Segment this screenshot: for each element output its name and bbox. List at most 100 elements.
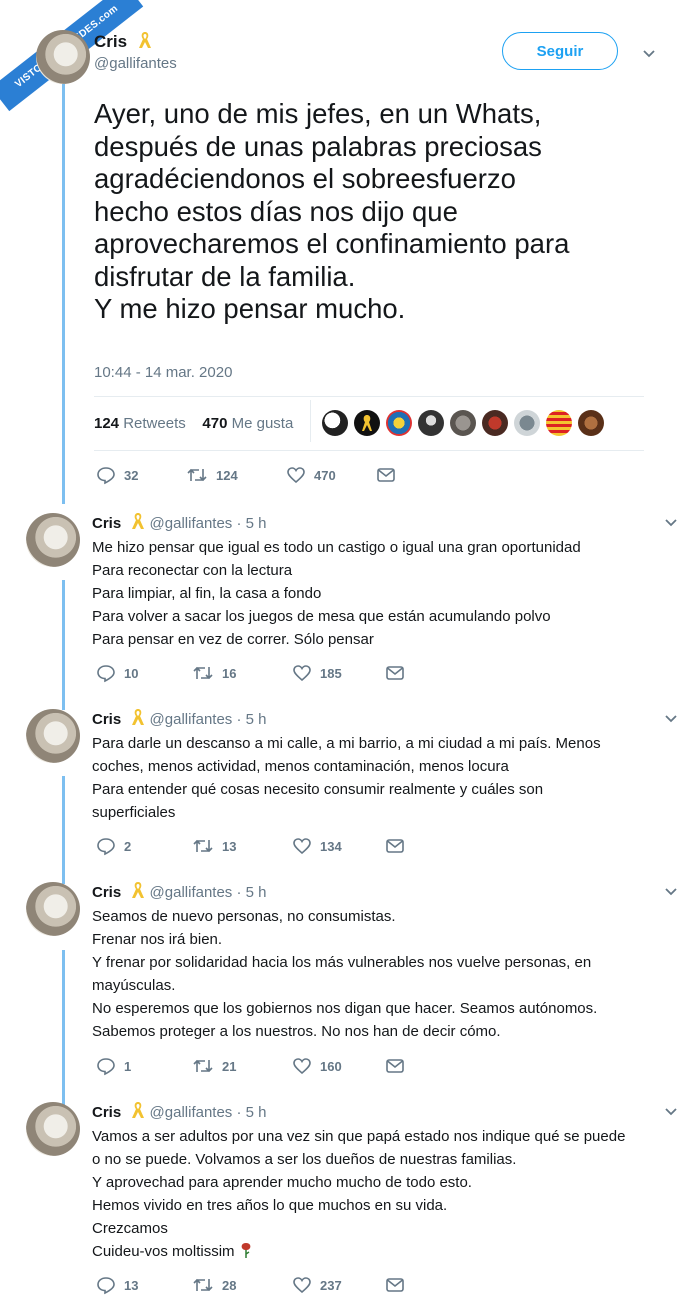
reply-header: Cris @gallifantes · 5 h bbox=[92, 1101, 672, 1121]
liker-avatar[interactable] bbox=[482, 410, 508, 436]
reply-button[interactable]: 1 bbox=[96, 1056, 192, 1076]
chevron-down-icon[interactable] bbox=[664, 516, 678, 530]
like-button[interactable]: 160 bbox=[292, 1056, 385, 1076]
dm-button[interactable] bbox=[385, 837, 405, 855]
reply-text-line: Sabemos proteger a los nuestros. No nos … bbox=[92, 1023, 501, 1040]
reply-text-line: Y frenar por solidaridad hacia los más v… bbox=[92, 954, 592, 971]
retweet-button[interactable]: 21 bbox=[192, 1056, 292, 1076]
reply-button[interactable]: 10 bbox=[96, 663, 192, 683]
reply-header: Cris @gallifantes · 5 h bbox=[92, 512, 672, 532]
author-name[interactable]: Cris bbox=[92, 1104, 121, 1121]
reply-icon bbox=[97, 1058, 115, 1076]
retweet-button[interactable]: 13 bbox=[192, 836, 292, 856]
retweet-icon bbox=[193, 839, 213, 853]
avatar[interactable] bbox=[26, 513, 80, 567]
yellow-ribbon-icon bbox=[362, 415, 372, 431]
tweet-timestamp[interactable]: 10:44 - 14 mar. 2020 bbox=[94, 364, 232, 381]
likes-label[interactable]: Me gusta bbox=[232, 415, 294, 432]
avatar[interactable] bbox=[26, 1102, 80, 1156]
avatar[interactable] bbox=[36, 30, 90, 84]
retweet-button[interactable]: 16 bbox=[192, 663, 292, 683]
reply-text-line: superficiales bbox=[92, 804, 176, 821]
reply-button[interactable]: 13 bbox=[96, 1275, 192, 1295]
author-handle[interactable]: @gallifantes bbox=[150, 1104, 233, 1121]
reply-button[interactable]: 32 bbox=[96, 465, 186, 485]
liker-avatar[interactable] bbox=[322, 410, 348, 436]
yellow-ribbon-icon bbox=[138, 32, 151, 48]
reply-time[interactable]: · 5 h bbox=[236, 884, 266, 901]
like-button[interactable]: 470 bbox=[286, 465, 376, 485]
reply-text-line: Para volver a sacar los juegos de mesa q… bbox=[92, 608, 551, 625]
author-block: Cris @gallifantes bbox=[94, 31, 177, 72]
yellow-ribbon-icon bbox=[132, 709, 145, 725]
retweets-label[interactable]: Retweets bbox=[123, 415, 186, 432]
reply-count: 32 bbox=[124, 467, 139, 483]
liker-avatar[interactable] bbox=[514, 410, 540, 436]
like-button[interactable]: 134 bbox=[292, 836, 385, 856]
author-handle[interactable]: @gallifantes bbox=[150, 515, 233, 532]
liker-avatar[interactable] bbox=[354, 410, 380, 436]
author-name[interactable]: Cris bbox=[92, 884, 121, 901]
author-handle[interactable]: @gallifantes bbox=[150, 711, 233, 728]
avatar[interactable] bbox=[26, 882, 80, 936]
heart-icon bbox=[293, 1058, 311, 1075]
tweet-text-line: agradéciendonos el sobreesfuerzo bbox=[94, 163, 516, 194]
liker-avatar[interactable] bbox=[418, 410, 444, 436]
retweet-icon bbox=[193, 1278, 213, 1292]
chevron-down-icon[interactable] bbox=[642, 47, 656, 61]
chevron-down-icon[interactable] bbox=[664, 1105, 678, 1119]
dm-button[interactable] bbox=[385, 1057, 405, 1075]
author-handle[interactable]: @gallifantes bbox=[150, 884, 233, 901]
chevron-down-icon[interactable] bbox=[664, 885, 678, 899]
heart-icon bbox=[293, 838, 311, 855]
reply-count: 1 bbox=[124, 1058, 132, 1074]
reply-text-line: No esperemos que los gobiernos nos digan… bbox=[92, 1000, 598, 1017]
reply-button[interactable]: 2 bbox=[96, 836, 192, 856]
heart-icon bbox=[293, 665, 311, 682]
likes-count[interactable]: 470 bbox=[202, 415, 227, 432]
author-name[interactable]: Cris bbox=[92, 515, 121, 532]
retweet-icon bbox=[193, 1059, 213, 1073]
liker-avatar[interactable] bbox=[450, 410, 476, 436]
reply-text-line: mayúsculas. bbox=[92, 977, 176, 994]
dm-button[interactable] bbox=[385, 664, 405, 682]
reply-text-line: Vamos a ser adultos por una vez sin que … bbox=[92, 1128, 626, 1145]
liker-avatar[interactable] bbox=[578, 410, 604, 436]
retweet-button[interactable]: 28 bbox=[192, 1275, 292, 1295]
liker-avatar[interactable] bbox=[386, 410, 412, 436]
thread-line bbox=[62, 580, 65, 710]
author-name[interactable]: Cris bbox=[94, 32, 127, 51]
like-button[interactable]: 237 bbox=[292, 1275, 385, 1295]
reply-text-line: Frenar nos irá bien. bbox=[92, 931, 223, 948]
reply-text-line-rose: Cuideu-vos moltissim bbox=[92, 1240, 672, 1263]
reply-text-line: Para entender qué cosas necesito consumi… bbox=[92, 781, 544, 798]
retweet-count: 21 bbox=[222, 1058, 237, 1074]
like-button[interactable]: 185 bbox=[292, 663, 385, 683]
chevron-down-icon[interactable] bbox=[664, 712, 678, 726]
reply-count: 2 bbox=[124, 838, 132, 854]
reply-text-line: Para darle un descanso a mi calle, a mi … bbox=[92, 735, 601, 752]
heart-icon bbox=[293, 1277, 311, 1294]
tweet-text-line: hecho estos días nos dijo que bbox=[94, 195, 458, 227]
reply-time[interactable]: · 5 h bbox=[236, 515, 266, 532]
tweet-actions: 32 124 470 bbox=[96, 465, 396, 485]
dm-button[interactable] bbox=[376, 466, 396, 484]
retweet-count: 16 bbox=[222, 665, 237, 681]
reply-time[interactable]: · 5 h bbox=[236, 711, 266, 728]
follow-button[interactable]: Seguir bbox=[502, 32, 618, 70]
reply-tweet: Cris @gallifantes · 5 h Me hizo pensar q… bbox=[92, 512, 672, 651]
liker-avatar[interactable] bbox=[546, 410, 572, 436]
reply-text-line: Para reconectar con la lectura bbox=[92, 562, 293, 579]
retweet-button[interactable]: 124 bbox=[186, 465, 286, 485]
dm-button[interactable] bbox=[385, 1276, 405, 1294]
author-handle[interactable]: @gallifantes bbox=[94, 55, 177, 72]
reply-time[interactable]: · 5 h bbox=[236, 1104, 266, 1121]
reply-text-line: coches, menos actividad, menos contamina… bbox=[92, 758, 509, 775]
avatar[interactable] bbox=[26, 709, 80, 763]
retweets-count[interactable]: 124 bbox=[94, 415, 119, 432]
dm-envelope-icon bbox=[386, 839, 404, 853]
reply-actions: 1 21 160 bbox=[96, 1056, 405, 1076]
divider bbox=[310, 400, 311, 442]
author-name[interactable]: Cris bbox=[92, 711, 121, 728]
like-count: 237 bbox=[320, 1277, 342, 1293]
